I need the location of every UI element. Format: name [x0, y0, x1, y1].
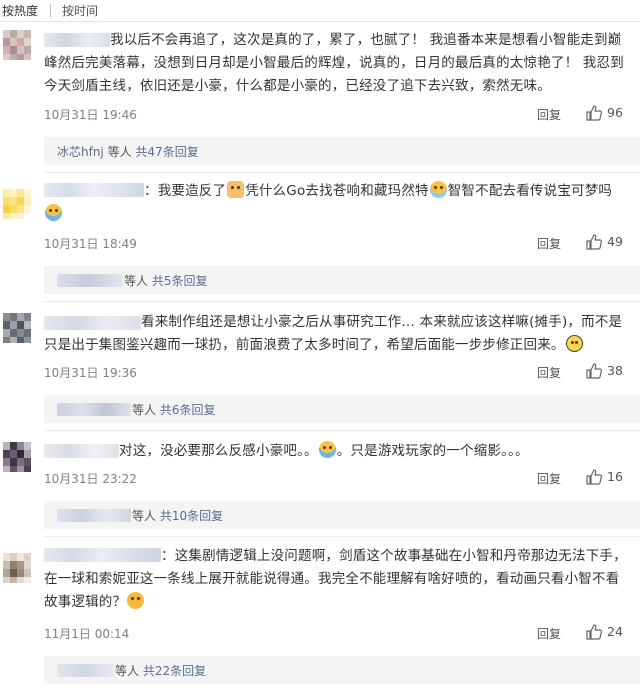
- reply-button[interactable]: 回复: [537, 470, 561, 487]
- reply-suffix: 等人: [103, 145, 136, 159]
- reply-count-link[interactable]: 共6条回复: [160, 403, 216, 417]
- reply-button[interactable]: 回复: [537, 625, 561, 642]
- reply-summary-text: 冰芯hfnj 等人 共47条回复: [57, 143, 199, 160]
- comment-time: 10月31日 23:22: [44, 472, 137, 486]
- comment-text: ：这集剧情逻辑上没问题啊，剑盾这个故事基础在小智和丹帝那边无法下手，在一球和索妮…: [44, 545, 629, 614]
- reply-suffix: 等人: [132, 509, 160, 523]
- thumbs-up-icon: [586, 624, 603, 640]
- comment-text: 我以后不会再追了，这次是真的了，累了，也腻了！ 我追番本来是想看小智能走到巅峰然…: [44, 32, 624, 94]
- reply-suffix: 等人: [115, 664, 143, 678]
- reply-user-mosaic[interactable]: [57, 664, 114, 677]
- sort-bar: 按热度 按时间: [0, 0, 640, 22]
- glasses-emoji-icon: [565, 335, 583, 352]
- reply-summary[interactable]: 等人 共6条回复: [44, 395, 640, 423]
- comment-text-part: 凭什么Go去找苍响和藏玛然特: [245, 183, 429, 199]
- reply-count-link[interactable]: 共47条回复: [135, 145, 198, 159]
- sort-by-hot-tab[interactable]: 按热度: [2, 2, 38, 19]
- reply-summary[interactable]: 冰芯hfnj 等人 共47条回复: [44, 137, 640, 165]
- thumbs-up-icon: [586, 234, 603, 250]
- like-count: 16: [607, 469, 623, 484]
- thinking-emoji-icon: [127, 592, 145, 609]
- divider: [44, 536, 640, 537]
- reply-button[interactable]: 回复: [537, 106, 561, 123]
- comment-time: 11月1日 00:14: [44, 627, 130, 641]
- like-count: 96: [607, 105, 623, 120]
- comment-time: 10月31日 19:46: [44, 108, 137, 122]
- reply-suffix: 等人: [132, 403, 160, 417]
- thumbs-up-icon: [586, 105, 603, 121]
- thumbs-up-icon: [586, 363, 603, 379]
- comment-text-part: 看来制作组还是想让小豪之后从事研究工作… 本来就应该这样嘛(摊手)，而不是只是出…: [44, 314, 623, 353]
- reply-user-mosaic[interactable]: [57, 509, 131, 522]
- divider: [44, 301, 640, 302]
- like-count: 24: [607, 624, 623, 639]
- dog-emoji-icon: [227, 181, 245, 198]
- avatar[interactable]: [3, 313, 31, 343]
- thumbs-up-icon: [586, 469, 603, 485]
- comment-text-part: 。只是游戏玩家的一个缩影。。。: [336, 443, 529, 459]
- comment-text: ：我要造反了 凭什么Go去找苍响和藏玛然特 智智不配去看传说宝可梦吗: [44, 180, 629, 226]
- comment-text: 看来制作组还是想让小豪之后从事研究工作… 本来就应该这样嘛(摊手)，而不是只是出…: [44, 311, 629, 357]
- reply-suffix: 等人: [124, 274, 152, 288]
- crying-emoji-icon: [429, 181, 447, 198]
- avatar[interactable]: [3, 30, 31, 60]
- reply-count-link[interactable]: 共5条回复: [152, 274, 208, 288]
- reply-user-mosaic[interactable]: [57, 403, 131, 416]
- like-count: 38: [607, 363, 623, 378]
- reply-user-mosaic[interactable]: [57, 274, 123, 287]
- reply-button[interactable]: 回复: [537, 364, 561, 381]
- reply-summary-text: 等人 共22条回复: [115, 662, 206, 679]
- reply-summary[interactable]: 等人 共22条回复: [44, 656, 640, 684]
- reply-summary-text: 等人 共6条回复: [132, 401, 215, 418]
- comment-text: 对这，没必要那么反感小豪吧。。 。只是游戏玩家的一个缩影。。。: [44, 440, 629, 463]
- comment-time: 10月31日 18:49: [44, 237, 137, 251]
- reply-summary[interactable]: 等人 共10条回复: [44, 501, 640, 529]
- reply-summary-text: 等人 共10条回复: [132, 507, 223, 524]
- comment-time: 10月31日 19:36: [44, 366, 137, 380]
- avatar[interactable]: [3, 189, 31, 219]
- laugh-cry-emoji-icon: [318, 441, 336, 458]
- avatar[interactable]: [3, 553, 31, 583]
- avatar[interactable]: [3, 442, 31, 472]
- reply-summary[interactable]: 等人 共5条回复: [44, 266, 640, 294]
- divider: [44, 430, 640, 431]
- sort-divider: [50, 4, 51, 17]
- like-count: 49: [607, 234, 623, 249]
- name-colon: ：: [161, 548, 175, 564]
- name-colon: ：: [144, 183, 158, 199]
- divider: [44, 172, 640, 173]
- comment-text-part: 对这，没必要那么反感小豪吧。。: [119, 443, 318, 459]
- comment-text-part: 智智不配去看传说宝可梦吗: [447, 183, 613, 199]
- sort-by-time-tab[interactable]: 按时间: [62, 2, 98, 19]
- laugh-cry-emoji-icon: [45, 204, 62, 221]
- reply-button[interactable]: 回复: [537, 235, 561, 252]
- reply-summary-text: 等人 共5条回复: [124, 272, 207, 289]
- reply-user-link[interactable]: 冰芯hfnj: [57, 145, 104, 159]
- reply-count-link[interactable]: 共22条回复: [143, 664, 206, 678]
- reply-count-link[interactable]: 共10条回复: [160, 509, 223, 523]
- comment-text-part: 我要造反了: [157, 183, 227, 199]
